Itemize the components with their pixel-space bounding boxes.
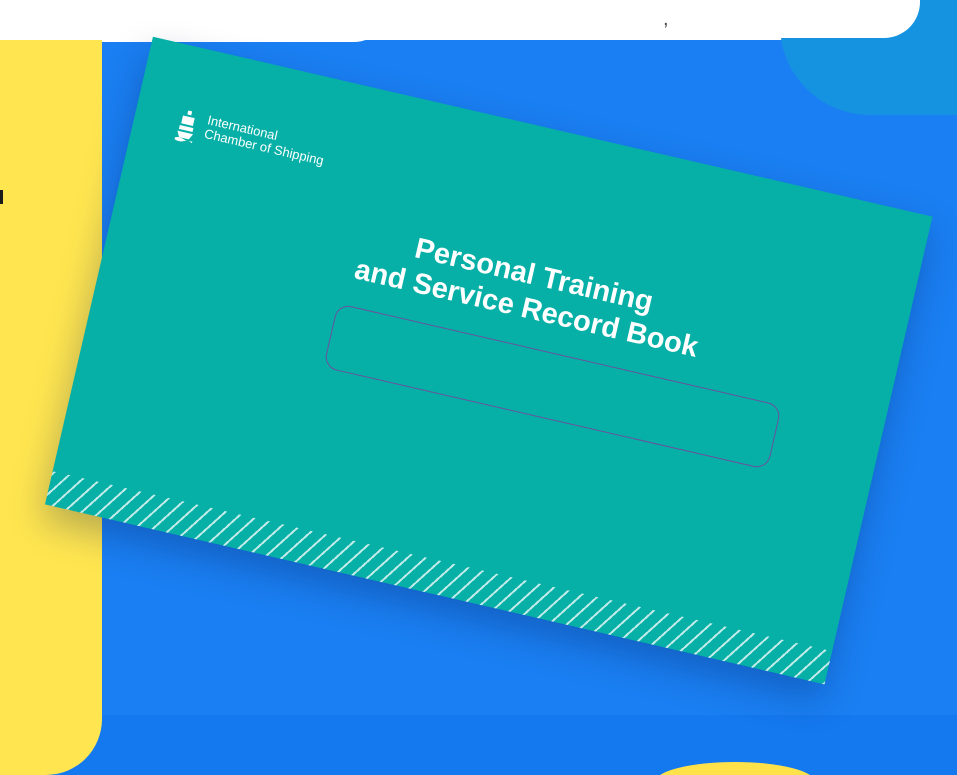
ics-logo: International Chamber of Shipping	[174, 107, 328, 174]
top-right-card: ,	[470, 0, 920, 38]
top-left-card	[0, 0, 395, 42]
top-right-card-text: ,	[663, 8, 669, 30]
logo-wordmark: International Chamber of Shipping	[203, 112, 328, 168]
text-cursor-mark	[0, 190, 3, 204]
blue-bottom-band	[60, 715, 957, 775]
promo-scene: , International Chamber of Shipping Pers…	[0, 0, 957, 775]
ship-icon	[174, 110, 195, 144]
